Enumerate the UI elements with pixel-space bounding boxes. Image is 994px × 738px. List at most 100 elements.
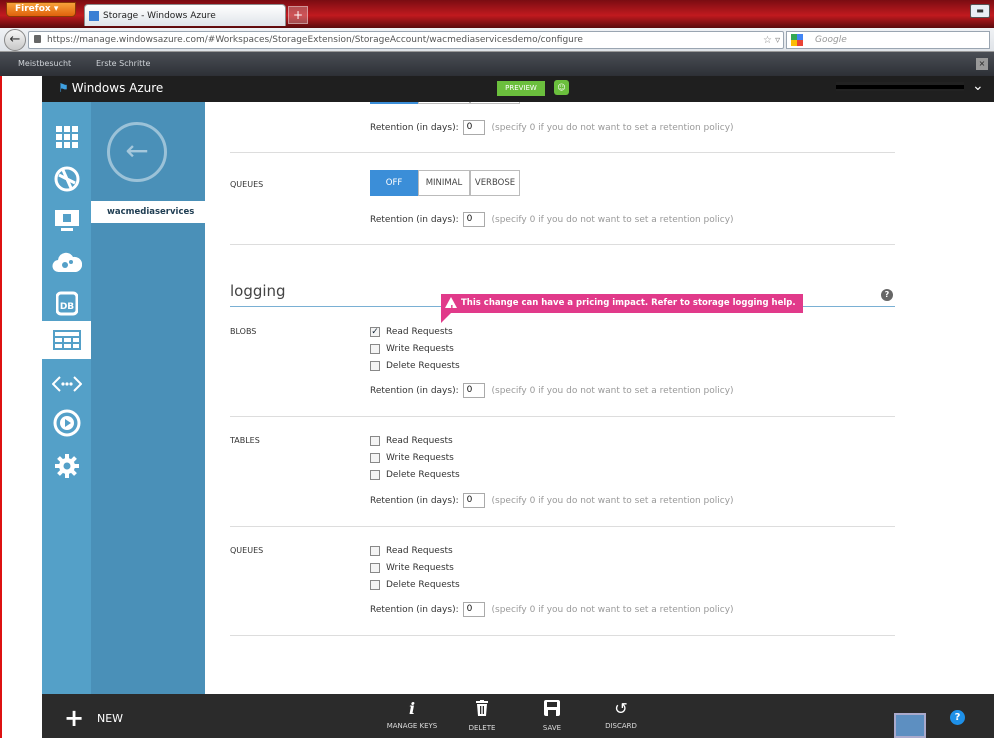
info-icon: i	[408, 699, 416, 718]
close-icon[interactable]: ×	[976, 58, 988, 70]
chevron-down-icon[interactable]: ⌄	[972, 78, 984, 94]
window-minimize-icon[interactable]: ▬	[970, 4, 990, 18]
retention-input[interactable]: 0	[462, 383, 485, 398]
toggle-off[interactable]: OFF	[370, 170, 418, 196]
firefox-menu-button[interactable]: Firefox ▾	[6, 2, 76, 17]
toggle-verbose-partial[interactable]	[470, 102, 520, 104]
help-icon[interactable]: ?	[881, 289, 893, 301]
toggle-off-partial[interactable]	[370, 102, 418, 104]
manage-keys-button[interactable]: i MANAGE KEYS	[377, 699, 447, 731]
retention-input[interactable]: 0	[462, 602, 485, 617]
bookmark-star-icon[interactable]: ☆ ▿ ↻	[763, 33, 783, 48]
feedback-icon[interactable]: ☺	[554, 80, 569, 95]
back-arrow-icon[interactable]: ←	[107, 122, 167, 182]
retention-note: (specify 0 if you do not want to set a r…	[491, 496, 734, 506]
checkbox[interactable]	[370, 452, 380, 463]
checkbox[interactable]	[370, 435, 380, 446]
service-sidebar: DB	[42, 102, 91, 694]
account-name-redacted[interactable]	[836, 82, 964, 91]
monitoring-toggle-partial[interactable]	[370, 102, 520, 104]
plus-icon[interactable]: +	[64, 706, 84, 730]
logging-heading: logging	[230, 282, 286, 300]
queues-read-requests[interactable]: Read Requests	[370, 545, 453, 557]
down-arrow-icon[interactable]	[894, 713, 926, 738]
address-bar[interactable]: https://manage.windowsazure.com/#Workspa…	[28, 31, 784, 49]
section-divider	[230, 526, 895, 527]
save-button[interactable]: SAVE	[517, 700, 587, 732]
selected-storage-account[interactable]: wacmediaservices	[91, 201, 205, 223]
checkbox[interactable]	[370, 469, 380, 480]
retention-row-queues-monitoring: Retention (in days): 0 (specify 0 if you …	[370, 212, 734, 227]
svg-text:DB: DB	[59, 302, 73, 312]
blobs-delete-requests[interactable]: Delete Requests	[370, 360, 460, 372]
azure-logo[interactable]: ⚑ Windows Azure	[58, 81, 163, 95]
checkbox-label: Read Requests	[386, 436, 453, 446]
preview-badge[interactable]: PREVIEW	[497, 81, 545, 96]
command-bar: + NEW i MANAGE KEYS DELETE SAVE ↺ DISCAR…	[42, 694, 994, 738]
redaction-bar	[836, 85, 964, 89]
bookmark-getting-started[interactable]: Erste Schritte	[96, 58, 150, 70]
logging-queues-label: QUEUES	[230, 546, 264, 555]
configure-content: Retention (in days): 0 (specify 0 if you …	[205, 102, 994, 694]
warning-text: This change can have a pricing impact. R…	[461, 298, 796, 308]
retention-row-queues-logging: Retention (in days): 0 (specify 0 if you …	[370, 602, 734, 617]
tab-title: Storage - Windows Azure	[103, 11, 216, 21]
checkbox[interactable]	[370, 545, 380, 556]
tables-delete-requests[interactable]: Delete Requests	[370, 469, 460, 481]
retention-input[interactable]: 0	[462, 212, 485, 227]
new-button[interactable]: NEW	[97, 712, 123, 725]
new-tab-button[interactable]: +	[288, 6, 308, 24]
pricing-warning-tooltip: ! This change can have a pricing impact.…	[441, 294, 803, 323]
checkbox-label: Write Requests	[386, 453, 454, 463]
media-services-icon[interactable]	[51, 408, 82, 438]
web-sites-icon[interactable]	[51, 164, 82, 194]
logging-blobs-label: BLOBS	[230, 327, 257, 336]
discard-label: DISCARD	[605, 722, 637, 730]
cloud-services-icon[interactable]	[51, 248, 82, 278]
queues-write-requests[interactable]: Write Requests	[370, 562, 454, 574]
sql-databases-icon[interactable]: DB	[51, 288, 82, 318]
help-button[interactable]: ?	[950, 710, 965, 725]
settings-icon[interactable]	[51, 451, 82, 481]
queues-delete-requests[interactable]: Delete Requests	[370, 579, 460, 591]
search-input[interactable]: Google	[786, 31, 990, 49]
checkbox-label: Write Requests	[386, 563, 454, 573]
tables-read-requests[interactable]: Read Requests	[370, 435, 453, 447]
save-icon	[517, 700, 587, 720]
page-margin	[0, 76, 42, 738]
toggle-minimal[interactable]: MINIMAL	[418, 170, 470, 196]
checkbox-label: Write Requests	[386, 344, 454, 354]
retention-label: Retention (in days):	[370, 496, 459, 506]
networks-icon[interactable]	[51, 369, 82, 399]
blobs-write-requests[interactable]: Write Requests	[370, 343, 454, 355]
toggle-verbose[interactable]: VERBOSE	[470, 170, 520, 196]
logging-tables-label: TABLES	[230, 436, 260, 445]
checkbox[interactable]	[370, 343, 380, 354]
discard-button[interactable]: ↺ DISCARD	[586, 700, 656, 731]
checkbox[interactable]	[370, 579, 380, 590]
browser-tab[interactable]: Storage - Windows Azure	[84, 4, 286, 26]
blobs-read-requests[interactable]: ✓ Read Requests	[370, 326, 453, 338]
bookmark-most-visited[interactable]: Meistbesucht	[18, 58, 71, 70]
retention-input[interactable]: 0	[462, 493, 485, 508]
section-divider	[230, 635, 895, 636]
retention-row-tables-logging: Retention (in days): 0 (specify 0 if you …	[370, 493, 734, 508]
all-items-icon[interactable]	[51, 122, 82, 152]
toggle-minimal-partial[interactable]	[418, 102, 470, 104]
firefox-menu-label: Firefox	[15, 4, 51, 14]
retention-label: Retention (in days):	[370, 215, 459, 225]
lock-icon	[34, 35, 41, 43]
delete-label: DELETE	[468, 724, 496, 732]
storage-icon[interactable]	[51, 325, 82, 355]
checkbox[interactable]	[370, 360, 380, 371]
checkbox-label: Delete Requests	[386, 470, 460, 480]
virtual-machines-icon[interactable]	[51, 206, 82, 236]
retention-input[interactable]: 0	[462, 120, 485, 135]
checkbox-label: Read Requests	[386, 546, 453, 556]
browser-back-button[interactable]: ←	[4, 29, 26, 51]
delete-button[interactable]: DELETE	[447, 700, 517, 732]
checkbox[interactable]	[370, 562, 380, 573]
tables-write-requests[interactable]: Write Requests	[370, 452, 454, 464]
monitoring-queues-label: QUEUES	[230, 180, 264, 189]
checkbox-checked[interactable]: ✓	[370, 326, 380, 337]
